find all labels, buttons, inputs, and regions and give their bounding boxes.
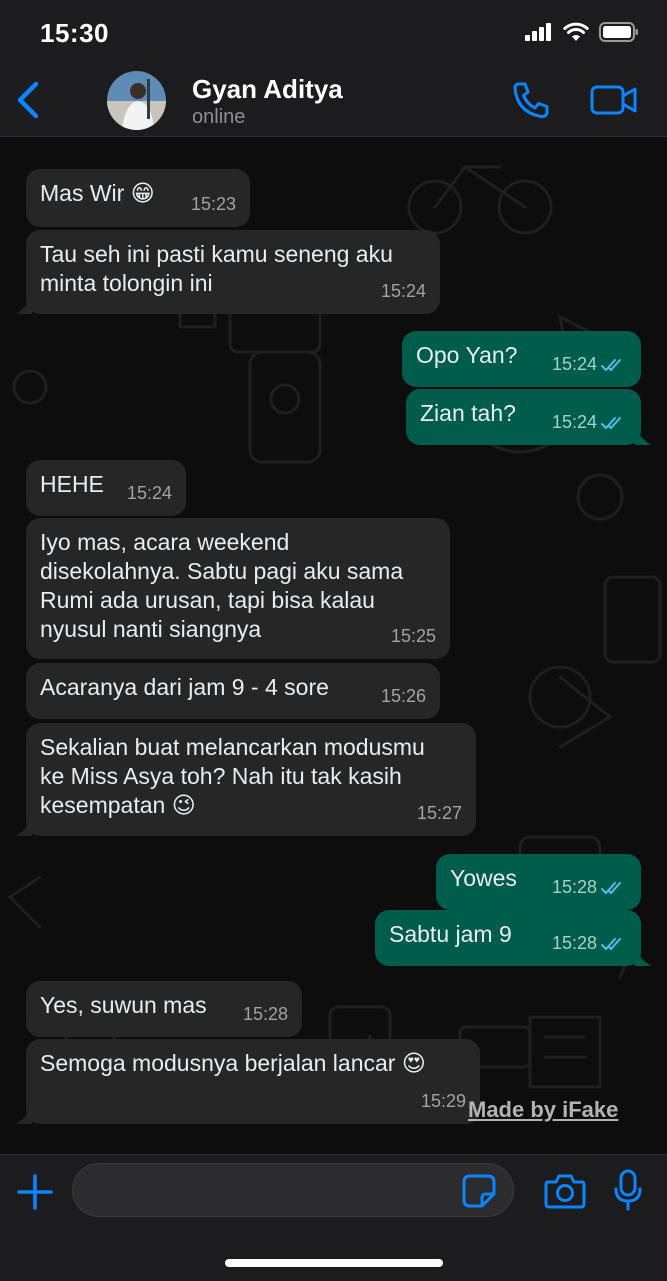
- message-time: 15:26: [380, 686, 426, 706]
- read-ticks-icon: [601, 416, 621, 429]
- message-time: 15:27: [416, 803, 462, 823]
- outgoing-message-bubble[interactable]: Zian tah? 15:24: [406, 389, 651, 445]
- incoming-message-bubble[interactable]: Mas Wir 😁 15:23: [26, 169, 250, 227]
- message-meta: 15:29: [421, 1087, 466, 1116]
- incoming-message-bubble[interactable]: Acaranya dari jam 9 - 4 sore 15:26: [26, 663, 440, 719]
- message-text: Semoga modusnya berjalan lancar 😍: [40, 1050, 426, 1076]
- sticker-icon[interactable]: [462, 1174, 496, 1208]
- incoming-message-bubble[interactable]: HEHE 15:24: [26, 460, 186, 516]
- message-meta: 15:24: [552, 350, 627, 379]
- message-time: 15:24: [551, 412, 597, 432]
- incoming-message-bubble[interactable]: Tau seh ini pasti kamu seneng aku minta …: [16, 230, 440, 314]
- message-time: 15:23: [190, 194, 236, 214]
- bubble-tail-icon: [16, 1106, 32, 1124]
- message-text: Tau seh ini pasti kamu seneng aku minta …: [40, 241, 393, 296]
- message-meta: 15:23: [191, 190, 236, 219]
- signal-icon: [525, 23, 551, 41]
- avatar-photo-icon: [107, 71, 166, 130]
- message-meta: 15:24: [381, 277, 426, 306]
- message-time: 15:24: [380, 281, 426, 301]
- status-time: 15:30: [40, 18, 109, 48]
- avatar[interactable]: [107, 71, 166, 130]
- watermark: Made by iFake: [468, 1097, 619, 1122]
- contact-name[interactable]: Gyan Aditya: [192, 74, 343, 105]
- message-meta: 15:27: [417, 799, 462, 828]
- message-meta: 15:26: [381, 682, 426, 711]
- message-meta: 15:25: [391, 622, 436, 651]
- status-icons: [525, 22, 639, 42]
- outgoing-message-bubble[interactable]: Opo Yan? 15:24: [402, 331, 641, 387]
- message-meta: 15:24: [552, 408, 627, 437]
- microphone-icon[interactable]: [614, 1169, 642, 1211]
- message-time: 15:25: [390, 626, 436, 646]
- message-text: Sekalian buat melancarkan modusmu ke Mis…: [40, 734, 425, 818]
- video-camera-icon[interactable]: [590, 82, 638, 118]
- message-text: Acaranya dari jam 9 - 4 sore: [40, 674, 329, 700]
- message-input[interactable]: [72, 1163, 514, 1217]
- contact-status: online: [192, 106, 246, 128]
- message-time: 15:28: [551, 933, 597, 953]
- wifi-icon: [563, 22, 589, 41]
- outgoing-message-bubble[interactable]: Sabtu jam 9 15:28: [375, 910, 651, 966]
- incoming-message-bubble[interactable]: Yes, suwun mas 15:28: [26, 981, 302, 1037]
- home-indicator: [225, 1259, 443, 1267]
- bubble-tail-icon: [635, 948, 651, 966]
- camera-icon[interactable]: [544, 1173, 586, 1209]
- phone-icon[interactable]: [510, 80, 552, 120]
- outgoing-message-bubble[interactable]: Yowes 15:28: [436, 854, 641, 910]
- battery-icon: [599, 22, 638, 42]
- bubble-tail-icon: [16, 296, 32, 314]
- message-time: 15:28: [242, 1004, 288, 1024]
- bubble-tail-icon: [16, 818, 32, 836]
- message-meta: 15:28: [243, 1000, 288, 1029]
- input-bar: [0, 1154, 667, 1281]
- chat-area[interactable]: Mas Wir 😁 15:23 Tau seh ini pasti kamu sen…: [0, 137, 667, 1154]
- message-meta: 15:24: [127, 479, 172, 508]
- incoming-message-bubble[interactable]: Sekalian buat melancarkan modusmu ke Mis…: [16, 723, 476, 836]
- incoming-message-bubble[interactable]: Iyo mas, acara weekend disekolahnya. Sab…: [26, 518, 450, 659]
- read-ticks-icon: [601, 358, 621, 371]
- status-bar: 15:30: [0, 0, 667, 64]
- bubble-tail-icon: [635, 427, 651, 445]
- chat-header: Gyan Aditya online: [0, 64, 667, 137]
- plus-icon[interactable]: [16, 1173, 54, 1211]
- read-ticks-icon: [601, 937, 621, 950]
- read-ticks-icon: [601, 881, 621, 894]
- message-meta: 15:28: [552, 929, 627, 958]
- message-text: Iyo mas, acara weekend disekolahnya. Sab…: [40, 529, 404, 642]
- message-time: 15:24: [126, 483, 172, 503]
- incoming-message-bubble[interactable]: Semoga modusnya berjalan lancar 😍 15:29: [16, 1039, 480, 1124]
- message-time: 15:28: [551, 877, 597, 897]
- message-time: 15:29: [420, 1091, 466, 1111]
- back-chevron-icon[interactable]: [12, 78, 48, 122]
- message-meta: 15:28: [552, 873, 627, 902]
- message-time: 15:24: [551, 354, 597, 374]
